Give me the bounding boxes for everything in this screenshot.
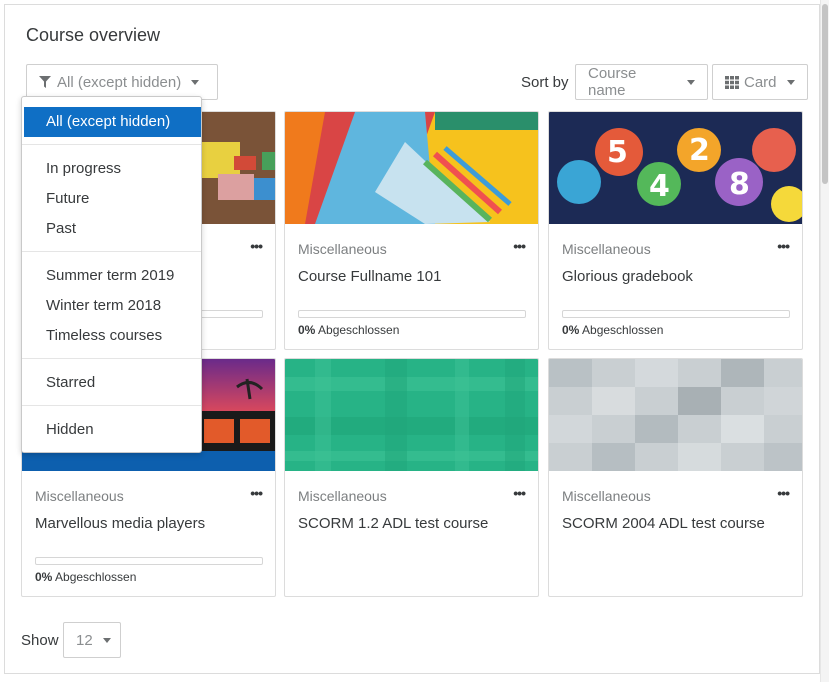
sort-by-label: Sort by — [521, 74, 569, 91]
progress-text: 0% Abgeschlossen — [562, 323, 663, 337]
scrollbar-thumb[interactable] — [822, 4, 828, 184]
course-menu-icon[interactable]: ••• — [513, 485, 526, 501]
progress-suffix: Abgeschlossen — [318, 323, 400, 337]
grid-icon — [725, 75, 739, 89]
svg-text:8: 8 — [729, 167, 750, 202]
progress-bar — [298, 310, 526, 318]
filter-label: All (except hidden) — [57, 73, 182, 91]
filter-option-all[interactable]: All (except hidden) — [24, 107, 201, 137]
view-dropdown-button[interactable]: Card — [712, 64, 808, 100]
progress-suffix: Abgeschlossen — [55, 570, 137, 584]
course-name-link[interactable]: Marvellous media players — [35, 513, 260, 535]
filter-option-past[interactable]: Past — [22, 214, 201, 244]
page-scrollbar[interactable] — [820, 0, 829, 682]
svg-text:2: 2 — [689, 133, 710, 168]
paging-label: Show — [21, 632, 59, 649]
course-name-link[interactable]: SCORM 1.2 ADL test course — [298, 513, 523, 535]
view-value: Card — [744, 73, 777, 91]
sort-dropdown-button[interactable]: Course name — [575, 64, 708, 100]
progress-percent: 0% — [562, 323, 580, 337]
menu-divider — [22, 144, 201, 145]
progress-suffix: Abgeschlossen — [582, 323, 664, 337]
course-card[interactable]: Miscellaneous ••• SCORM 1.2 ADL test cou… — [284, 358, 539, 597]
filter-dropdown-menu: All (except hidden) In progress Future P… — [21, 96, 202, 453]
menu-divider — [22, 251, 201, 252]
course-menu-icon[interactable]: ••• — [513, 238, 526, 254]
progress-percent: 0% — [35, 570, 53, 584]
course-category: Miscellaneous — [562, 488, 651, 504]
course-name-link[interactable]: Course Fullname 101 — [298, 266, 523, 288]
course-image[interactable]: 5 2 8 4 — [549, 112, 802, 224]
course-category: Miscellaneous — [562, 241, 651, 257]
progress-text: 0% Abgeschlossen — [298, 323, 399, 337]
progress-bar — [562, 310, 790, 318]
chevron-down-icon — [687, 79, 695, 85]
course-menu-icon[interactable]: ••• — [250, 485, 263, 501]
filter-option-timeless-courses[interactable]: Timeless courses — [22, 321, 201, 351]
chevron-down-icon — [102, 637, 111, 643]
course-card[interactable]: Miscellaneous ••• SCORM 2004 ADL test co… — [548, 358, 803, 597]
menu-divider — [22, 405, 201, 406]
filter-option-in-progress[interactable]: In progress — [22, 154, 201, 184]
svg-text:4: 4 — [649, 169, 670, 204]
course-category: Miscellaneous — [35, 488, 124, 504]
course-card[interactable]: Miscellaneous ••• Course Fullname 101 0%… — [284, 111, 539, 350]
course-name-link[interactable]: SCORM 2004 ADL test course — [562, 513, 787, 535]
filter-option-hidden[interactable]: Hidden — [22, 415, 201, 445]
filter-dropdown-button[interactable]: All (except hidden) — [26, 64, 218, 100]
filter-option-summer-term-2019[interactable]: Summer term 2019 — [22, 261, 201, 291]
course-category: Miscellaneous — [298, 488, 387, 504]
course-card[interactable]: 5 2 8 4 Miscellaneous ••• Glorious grade… — [548, 111, 803, 350]
course-name-link[interactable]: Glorious gradebook — [562, 266, 787, 288]
course-image[interactable] — [549, 359, 802, 471]
filter-option-winter-term-2018[interactable]: Winter term 2018 — [22, 291, 201, 321]
filter-option-future[interactable]: Future — [22, 184, 201, 214]
filter-icon — [39, 76, 51, 88]
course-category: Miscellaneous — [298, 241, 387, 257]
menu-divider — [22, 358, 201, 359]
progress-bar — [35, 557, 263, 565]
filter-option-starred[interactable]: Starred — [22, 368, 201, 398]
chevron-down-icon — [191, 79, 200, 85]
progress-percent: 0% — [298, 323, 316, 337]
block-title: Course overview — [26, 25, 161, 45]
course-menu-icon[interactable]: ••• — [250, 238, 263, 254]
course-menu-icon[interactable]: ••• — [777, 485, 790, 501]
sort-value: Course name — [588, 65, 637, 99]
progress-text: 0% Abgeschlossen — [35, 570, 136, 584]
course-menu-icon[interactable]: ••• — [777, 238, 790, 254]
svg-text:5: 5 — [607, 135, 628, 170]
course-image[interactable] — [285, 359, 538, 471]
paging-value: 12 — [76, 631, 93, 649]
paging-dropdown-button[interactable]: 12 — [63, 622, 121, 658]
chevron-down-icon — [786, 79, 795, 85]
course-image[interactable] — [285, 112, 538, 224]
